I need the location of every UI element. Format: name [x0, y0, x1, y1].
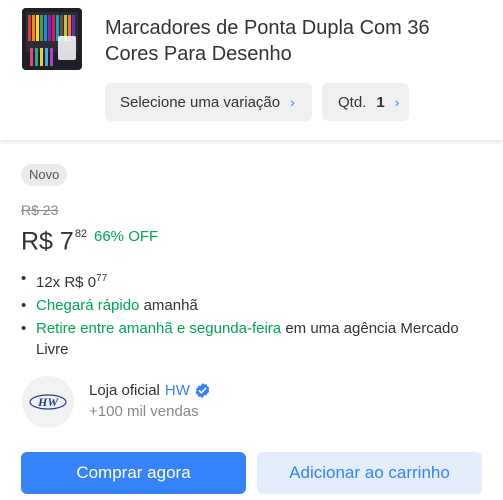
seller-sales: +100 mil vendas: [89, 403, 199, 420]
product-title: Marcadores de Ponta Dupla Com 36 Cores P…: [105, 17, 430, 65]
offer-details-list: • 12x R$ 077 • Chegará rápido amanhã • R…: [21, 268, 481, 362]
bullet: •: [21, 297, 27, 314]
list-item-shipping[interactable]: • Chegará rápido amanhã: [21, 295, 481, 316]
seller-info[interactable]: Loja oficial HW: [89, 382, 211, 399]
bullet: •: [21, 320, 27, 337]
product-header: Marcadores de Ponta Dupla Com 36 Cores P…: [0, 0, 503, 140]
pickup-text: Retire entre amanhã e segunda-feira em u…: [36, 318, 481, 360]
product-thumbnail[interactable]: [22, 8, 82, 70]
verified-badge-icon: [194, 382, 211, 399]
shipping-highlight: Chegará rápido: [36, 297, 140, 314]
price-cents: 82: [74, 228, 88, 240]
seller-logo[interactable]: HW: [22, 376, 74, 428]
hw-logo-icon: HW: [29, 394, 67, 410]
chevron-right-icon: ›: [394, 94, 400, 110]
quantity-selector[interactable]: Qtd. 1 ›: [322, 83, 409, 121]
discount-label: 66% OFF: [94, 228, 159, 245]
shipping-rest: amanhã: [139, 297, 198, 314]
seller-label: Loja oficial: [89, 382, 160, 399]
shipping-text: Chegará rápido amanhã: [36, 295, 198, 316]
markers-image: [22, 8, 82, 70]
chevron-right-icon: ›: [290, 94, 295, 110]
seller-name[interactable]: HW: [165, 382, 190, 399]
quantity-value: 1: [376, 93, 385, 111]
bullet: •: [21, 270, 27, 287]
variation-selector[interactable]: Selecione uma variação ›: [105, 83, 312, 121]
price-main: R$ 7: [21, 227, 74, 256]
buy-now-button[interactable]: Comprar agora: [21, 452, 246, 494]
pickup-highlight: Retire entre amanhã e segunda-feira: [36, 320, 282, 337]
installments-text: 12x R$ 077: [36, 268, 107, 293]
installments-prefix: 12x R$ 0: [36, 274, 97, 291]
add-to-cart-button[interactable]: Adicionar ao carrinho: [257, 452, 482, 494]
quantity-label: Qtd.: [338, 93, 367, 111]
list-item-installments[interactable]: • 12x R$ 077: [21, 268, 481, 293]
logo-text: HW: [37, 395, 59, 409]
condition-badge: Novo: [21, 164, 68, 186]
installments-cents: 77: [96, 273, 108, 284]
variation-selector-label: Selecione uma variação: [120, 93, 281, 111]
list-item-pickup[interactable]: • Retire entre amanhã e segunda-feira em…: [21, 318, 481, 360]
original-price: R$ 23: [21, 202, 59, 218]
current-price: R$ 782: [21, 222, 87, 256]
